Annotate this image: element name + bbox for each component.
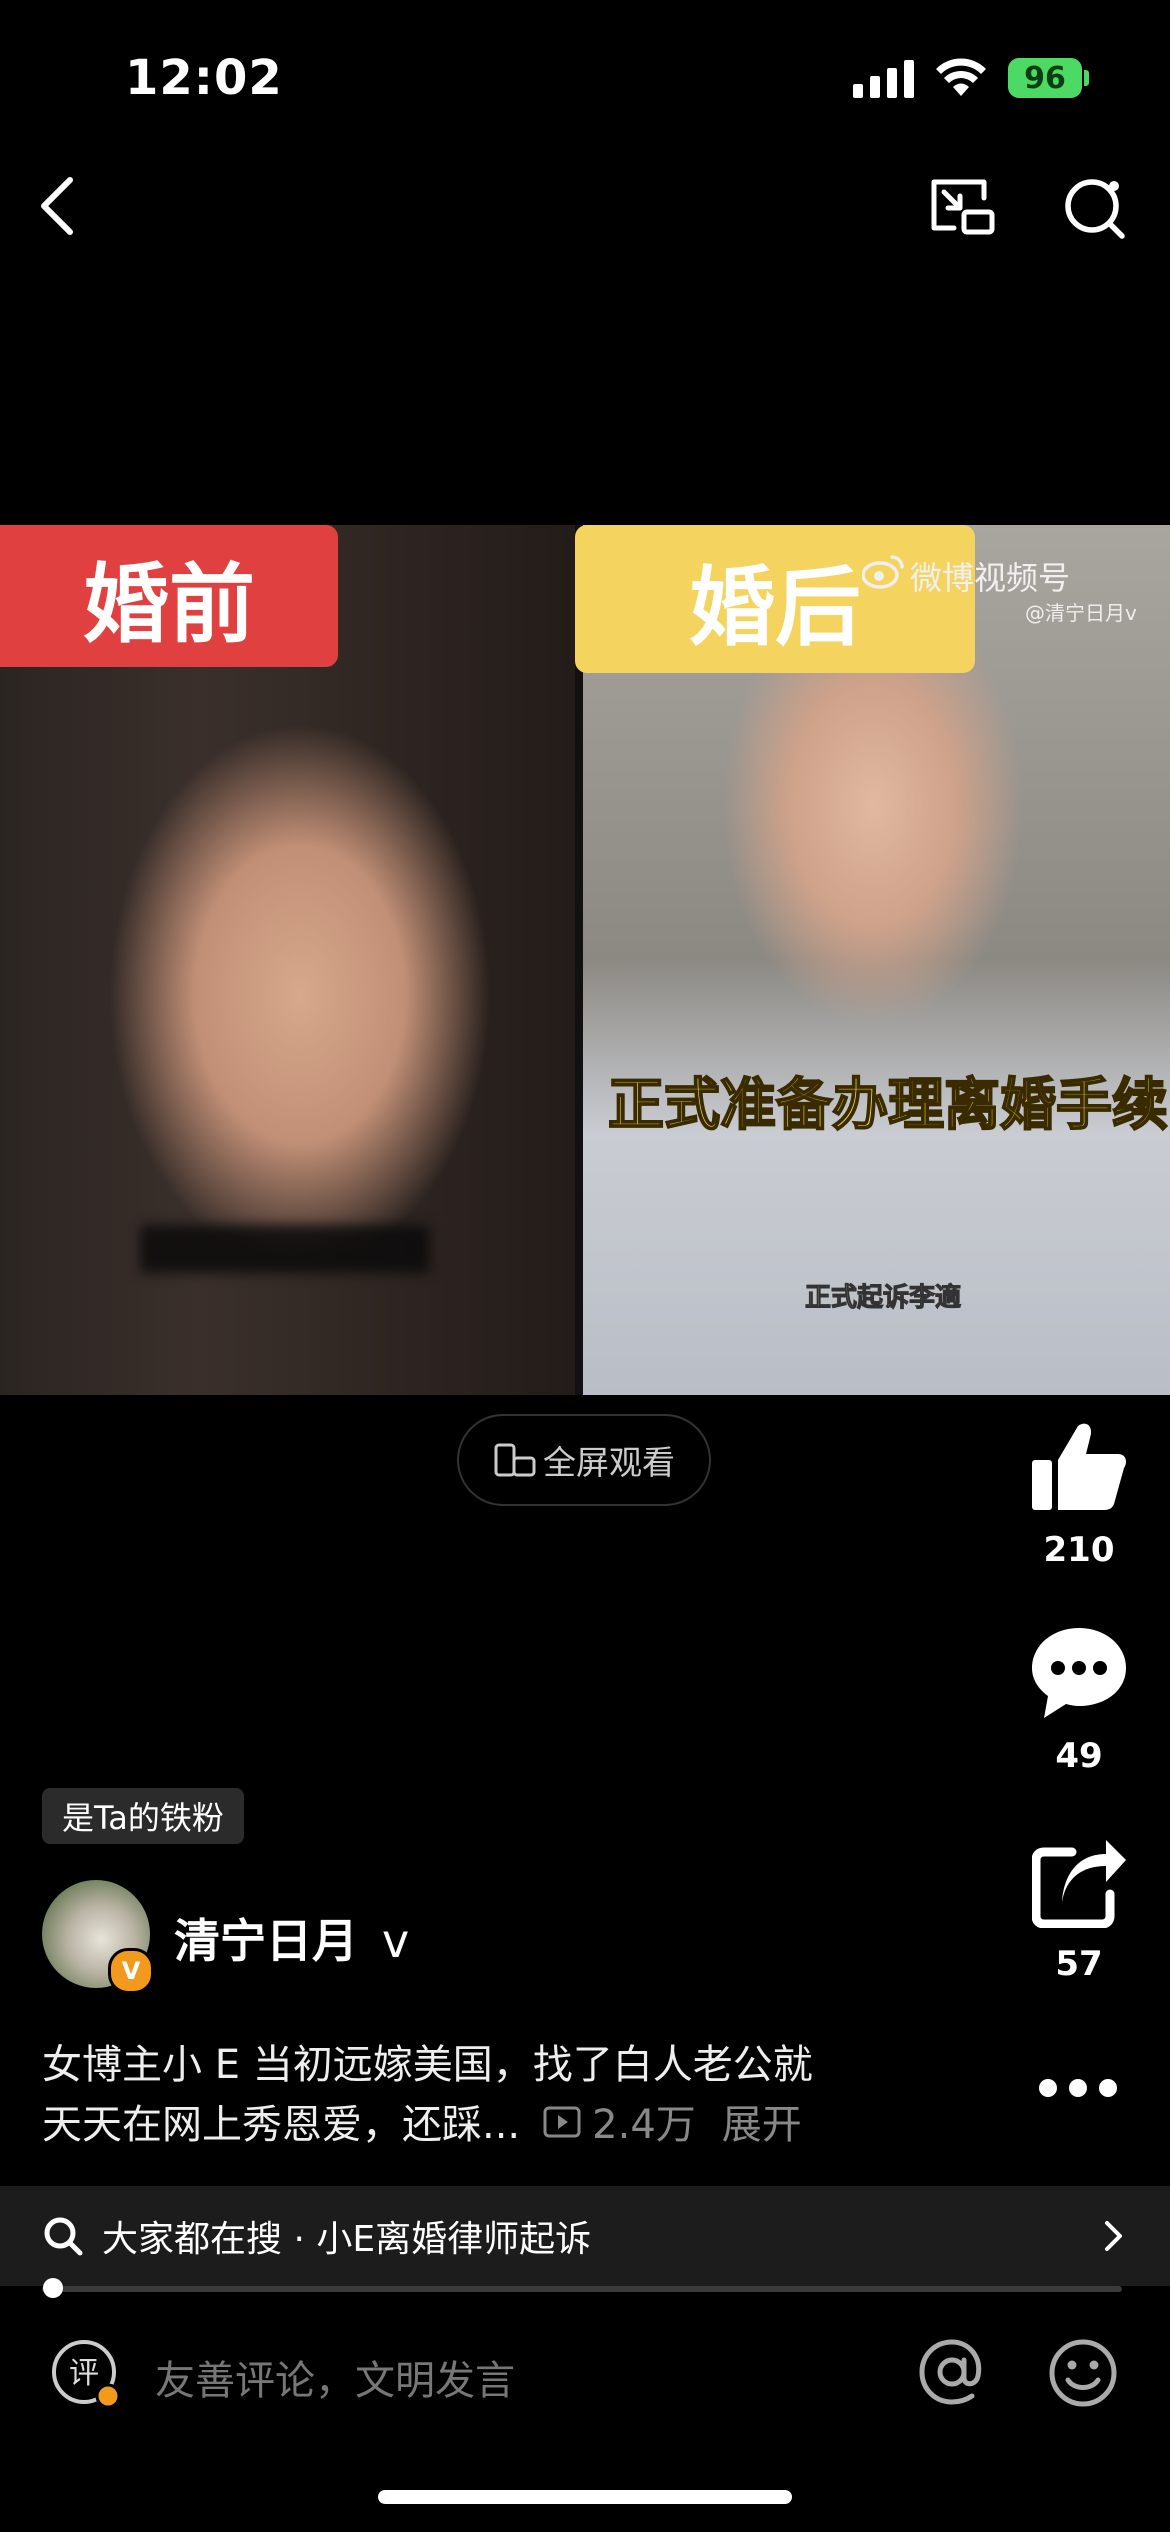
battery-cap (1084, 70, 1089, 86)
comment-count: 49 (1055, 1736, 1103, 1776)
search-icon (44, 2217, 83, 2256)
video-progress-bar[interactable] (42, 2286, 1122, 2292)
play-count-icon (543, 2106, 581, 2138)
picture-in-picture-icon[interactable] (928, 176, 998, 238)
share-icon[interactable] (1032, 1838, 1128, 1928)
status-time: 12:02 (125, 50, 283, 106)
chevron-right-icon (1105, 2221, 1122, 2251)
video-caption: 正式准备办理离婚手续 (607, 1072, 1169, 1139)
author-name-text: 清宁日月 (174, 1914, 358, 1968)
search-icon[interactable] (1062, 174, 1128, 240)
battery-level: 96 (1024, 60, 1066, 96)
verified-badge: V (108, 1948, 154, 1994)
share-count: 57 (1055, 1944, 1103, 1984)
fullscreen-button[interactable]: 全屏观看 (457, 1414, 711, 1506)
comment-input[interactable]: 友善评论，文明发言 (155, 2348, 515, 2406)
label-before: 婚前 (0, 525, 338, 667)
like-count: 210 (1043, 1530, 1115, 1570)
video-subtitle: 正式起诉李適 (804, 1283, 962, 1314)
more-icon[interactable] (1036, 2076, 1120, 2100)
expand-link[interactable]: 展开 (722, 2092, 802, 2150)
author-suffix: v (382, 1914, 410, 1968)
description-line-1: 女博主小 E 当初远嫁美国，找了白人老公就 (42, 2042, 813, 2088)
comment-badge-icon: 评 (52, 2340, 121, 2409)
wifi-icon (936, 58, 986, 96)
trending-search-bar[interactable]: 大家都在搜 · 小E离婚律师起诉 (0, 2186, 1170, 2286)
rotate-screen-icon (494, 1443, 536, 1477)
blurred-text (140, 1225, 430, 1273)
view-count: 2.4万 (592, 2102, 696, 2148)
weibo-logo-icon (862, 555, 904, 589)
home-indicator[interactable] (378, 2490, 792, 2504)
watermark-handle: @清宁日月v (1025, 601, 1137, 625)
back-icon[interactable] (38, 176, 78, 236)
author-name[interactable]: 清宁日月 v (174, 1905, 409, 1971)
watermark: 微博视频号 (910, 559, 1071, 597)
trending-search-text: 大家都在搜 · 小E离婚律师起诉 (102, 2219, 592, 2260)
fan-tag: 是Ta的铁粉 (42, 1788, 244, 1844)
mention-icon[interactable] (918, 2338, 986, 2406)
description-text: 天天在网上秀恩爱，还踩... (42, 2102, 521, 2148)
comment-badge-text: 评 (69, 2356, 99, 2391)
emoji-icon[interactable] (1048, 2338, 1118, 2408)
progress-handle[interactable] (42, 2278, 63, 2298)
like-icon[interactable] (1030, 1420, 1128, 1512)
battery-icon: 96 (1008, 58, 1082, 98)
label-after: 婚后 (575, 525, 975, 673)
description-line-2: 天天在网上秀恩爱，还踩... 2.4万 展开 (42, 2092, 802, 2150)
comment-icon[interactable] (1028, 1624, 1130, 1720)
video-player[interactable]: 婚前 婚后 微博视频号 @清宁日月v 正式准备办理离婚手续 正式起诉李適 (0, 525, 1170, 1395)
signal-icon (853, 60, 914, 98)
fullscreen-label: 全屏观看 (543, 1443, 675, 1482)
